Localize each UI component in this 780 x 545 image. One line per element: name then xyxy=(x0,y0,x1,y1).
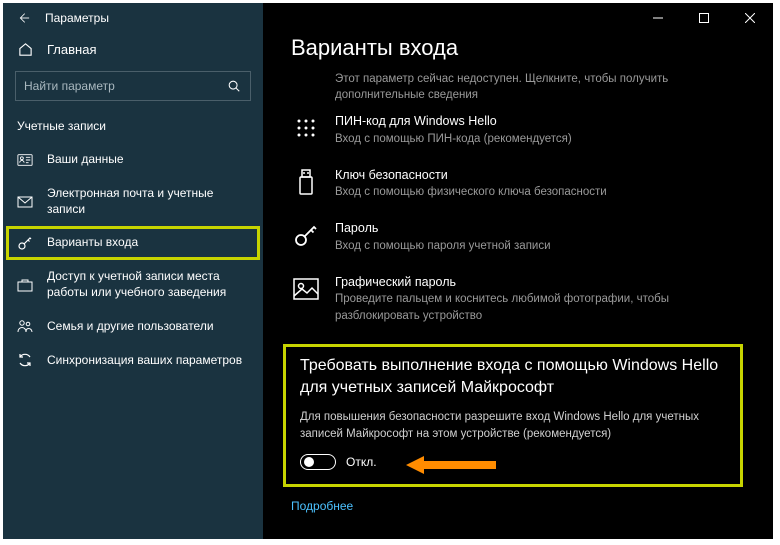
option-title: Графический пароль xyxy=(335,274,753,292)
search-box[interactable] xyxy=(15,71,251,101)
option-picture-password[interactable]: Графический пароль Проведите пальцем и к… xyxy=(291,264,773,334)
hello-toggle-label: Откл. xyxy=(346,455,377,469)
key-icon xyxy=(17,235,33,251)
option-security-key[interactable]: Ключ безопасности Вход с помощью физичес… xyxy=(291,157,773,211)
window-title: Параметры xyxy=(45,11,109,25)
sidebar-item-label: Семья и другие пользователи xyxy=(47,319,249,335)
learn-more-link[interactable]: Подробнее xyxy=(291,499,773,513)
sidebar-item-label: Ваши данные xyxy=(47,152,249,168)
sidebar-item-label: Синхронизация ваших параметров xyxy=(47,353,249,369)
option-desc: Проведите пальцем и коснитесь любимой фо… xyxy=(335,291,753,323)
sidebar-item-email-accounts[interactable]: Электронная почта и учетные записи xyxy=(3,177,263,226)
maximize-button[interactable] xyxy=(681,3,727,33)
require-hello-section: Требовать выполнение входа с помощью Win… xyxy=(283,344,743,487)
sync-icon xyxy=(17,352,33,368)
option-desc: Вход с помощью физического ключа безопас… xyxy=(335,184,607,200)
sidebar-item-sync[interactable]: Синхронизация ваших параметров xyxy=(3,343,263,377)
option-desc: Вход с помощью пароля учетной записи xyxy=(335,238,551,254)
usb-key-icon xyxy=(291,167,321,197)
back-button[interactable] xyxy=(11,6,35,30)
people-icon xyxy=(17,318,33,334)
close-button[interactable] xyxy=(727,3,773,33)
option-unavailable-desc: Этот параметр сейчас недоступен. Щелкнит… xyxy=(291,71,773,103)
sidebar-item-label: Варианты входа xyxy=(47,235,249,251)
key-icon xyxy=(291,220,321,250)
hello-toggle[interactable] xyxy=(300,454,336,470)
option-desc: Вход с помощью ПИН-кода (рекомендуется) xyxy=(335,131,572,147)
briefcase-icon xyxy=(17,277,33,293)
sidebar-item-label: Электронная почта и учетные записи xyxy=(47,186,249,217)
sidebar-item-label: Доступ к учетной записи места работы или… xyxy=(47,269,249,300)
option-title: Пароль xyxy=(335,220,551,238)
id-card-icon xyxy=(17,152,33,168)
mail-icon xyxy=(17,194,33,210)
nav-home-label: Главная xyxy=(47,42,96,57)
nav-home[interactable]: Главная xyxy=(3,33,263,65)
sidebar-item-signin-options[interactable]: Варианты входа xyxy=(6,226,260,260)
option-pin[interactable]: ПИН-код для Windows Hello Вход с помощью… xyxy=(291,103,773,157)
annotation-arrow xyxy=(406,456,496,474)
page-title: Варианты входа xyxy=(291,35,773,61)
minimize-button[interactable] xyxy=(635,3,681,33)
pin-keypad-icon xyxy=(291,113,321,143)
hello-title: Требовать выполнение входа с помощью Win… xyxy=(300,355,726,400)
search-icon xyxy=(226,78,242,94)
picture-icon xyxy=(291,274,321,304)
sidebar-item-work-access[interactable]: Доступ к учетной записи места работы или… xyxy=(3,260,263,309)
search-input[interactable] xyxy=(24,79,226,93)
sidebar-item-family[interactable]: Семья и другие пользователи xyxy=(3,309,263,343)
option-password[interactable]: Пароль Вход с помощью пароля учетной зап… xyxy=(291,210,773,264)
sidebar-item-your-info[interactable]: Ваши данные xyxy=(3,143,263,177)
option-title: Ключ безопасности xyxy=(335,167,607,185)
option-title: ПИН-код для Windows Hello xyxy=(335,113,572,131)
sidebar-section-label: Учетные записи xyxy=(3,111,263,143)
home-icon xyxy=(17,41,33,57)
hello-desc: Для повышения безопасности разрешите вхо… xyxy=(300,409,726,441)
